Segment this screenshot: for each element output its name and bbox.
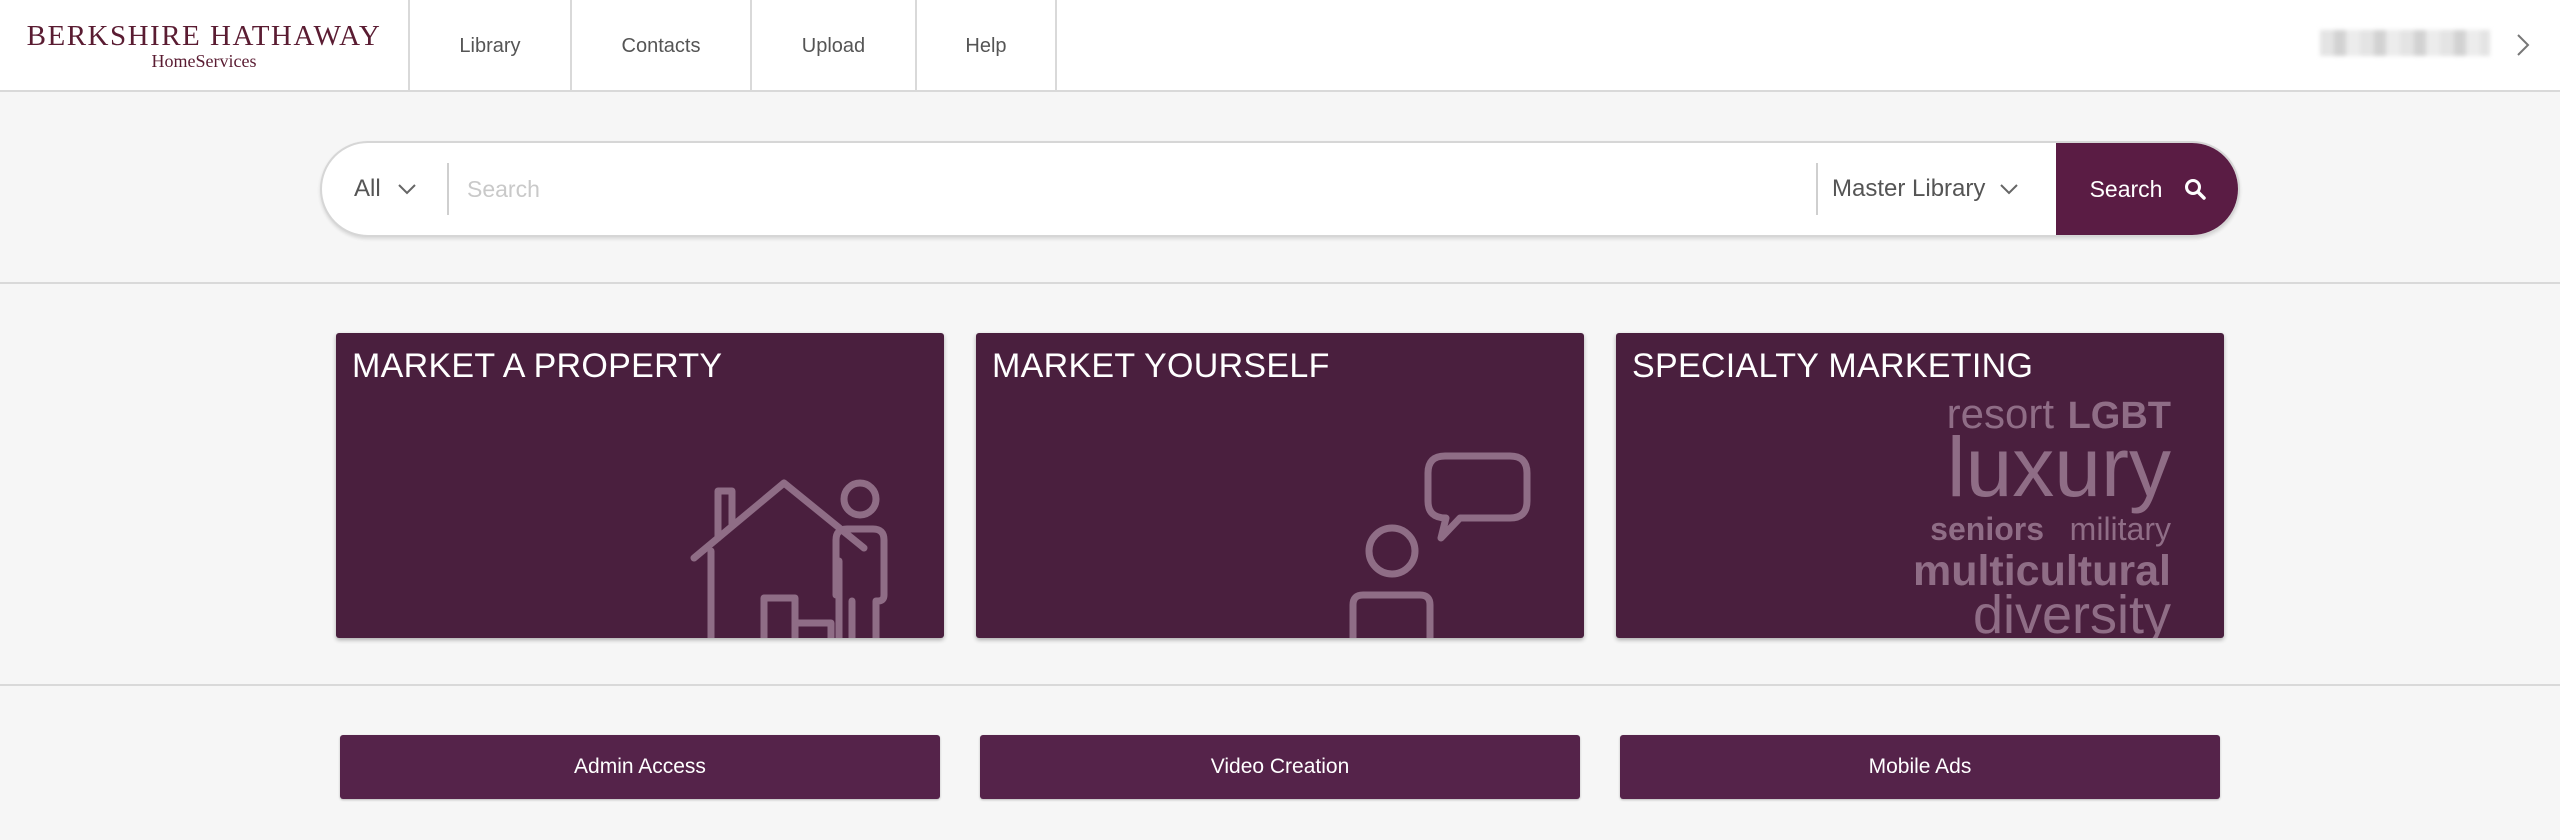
video-creation-button[interactable]: Video Creation (980, 735, 1580, 799)
card-market-property[interactable]: MARKET A PROPERTY (336, 333, 944, 638)
scope-dropdown[interactable]: All (322, 143, 447, 235)
card-market-yourself[interactable]: MARKET YOURSELF (976, 333, 1584, 638)
admin-access-button[interactable]: Admin Access (340, 735, 940, 799)
chevron-down-icon (397, 184, 416, 195)
nav-help[interactable]: Help (917, 0, 1057, 92)
search-icon (2185, 179, 2207, 200)
mobile-ads-button[interactable]: Mobile Ads (1620, 735, 2220, 799)
user-name-redacted[interactable] (2320, 30, 2490, 56)
search-button[interactable]: Search (2056, 143, 2238, 235)
search-section: All Master Library Search (0, 92, 2560, 284)
card-specialty-marketing[interactable]: SPECIALTY MARKETING resort LGBT luxury s… (1616, 333, 2224, 638)
nav-library[interactable]: Library (410, 0, 572, 92)
main-nav: Library Contacts Upload Help (410, 0, 1057, 92)
word-seniors: seniors (1930, 511, 2044, 547)
brand-sub: HomeServices (151, 51, 257, 71)
cards-section: MARKET A PROPERTY MARKET YOURSELF SPECIA… (0, 284, 2560, 686)
search-bar: All Master Library Search (320, 141, 2240, 237)
word-military: military (2070, 511, 2171, 547)
top-header: BERKSHIRE HATHAWAY HomeServices Library … (0, 0, 2560, 92)
chevron-down-icon (2000, 184, 2019, 195)
nav-contacts[interactable]: Contacts (572, 0, 752, 92)
word-diversity: diversity (1973, 585, 2171, 638)
house-person-icon (690, 479, 888, 638)
search-divider (447, 163, 449, 215)
library-value: Master Library (1832, 175, 1986, 202)
person-speech-icon (1349, 452, 1531, 638)
brand-logo[interactable]: BERKSHIRE HATHAWAY HomeServices (0, 0, 410, 92)
search-button-label: Search (2089, 175, 2163, 202)
nav-upload[interactable]: Upload (752, 0, 917, 92)
library-dropdown[interactable]: Master Library (1832, 143, 2072, 235)
word-luxury: luxury (1947, 420, 2171, 514)
brand-name: BERKSHIRE HATHAWAY (26, 20, 382, 52)
chevron-right-icon[interactable] (2508, 30, 2538, 60)
search-divider (1816, 163, 1818, 215)
word-cloud: resort LGBT luxury seniors military mult… (1913, 390, 2171, 638)
scope-value: All (354, 175, 381, 202)
